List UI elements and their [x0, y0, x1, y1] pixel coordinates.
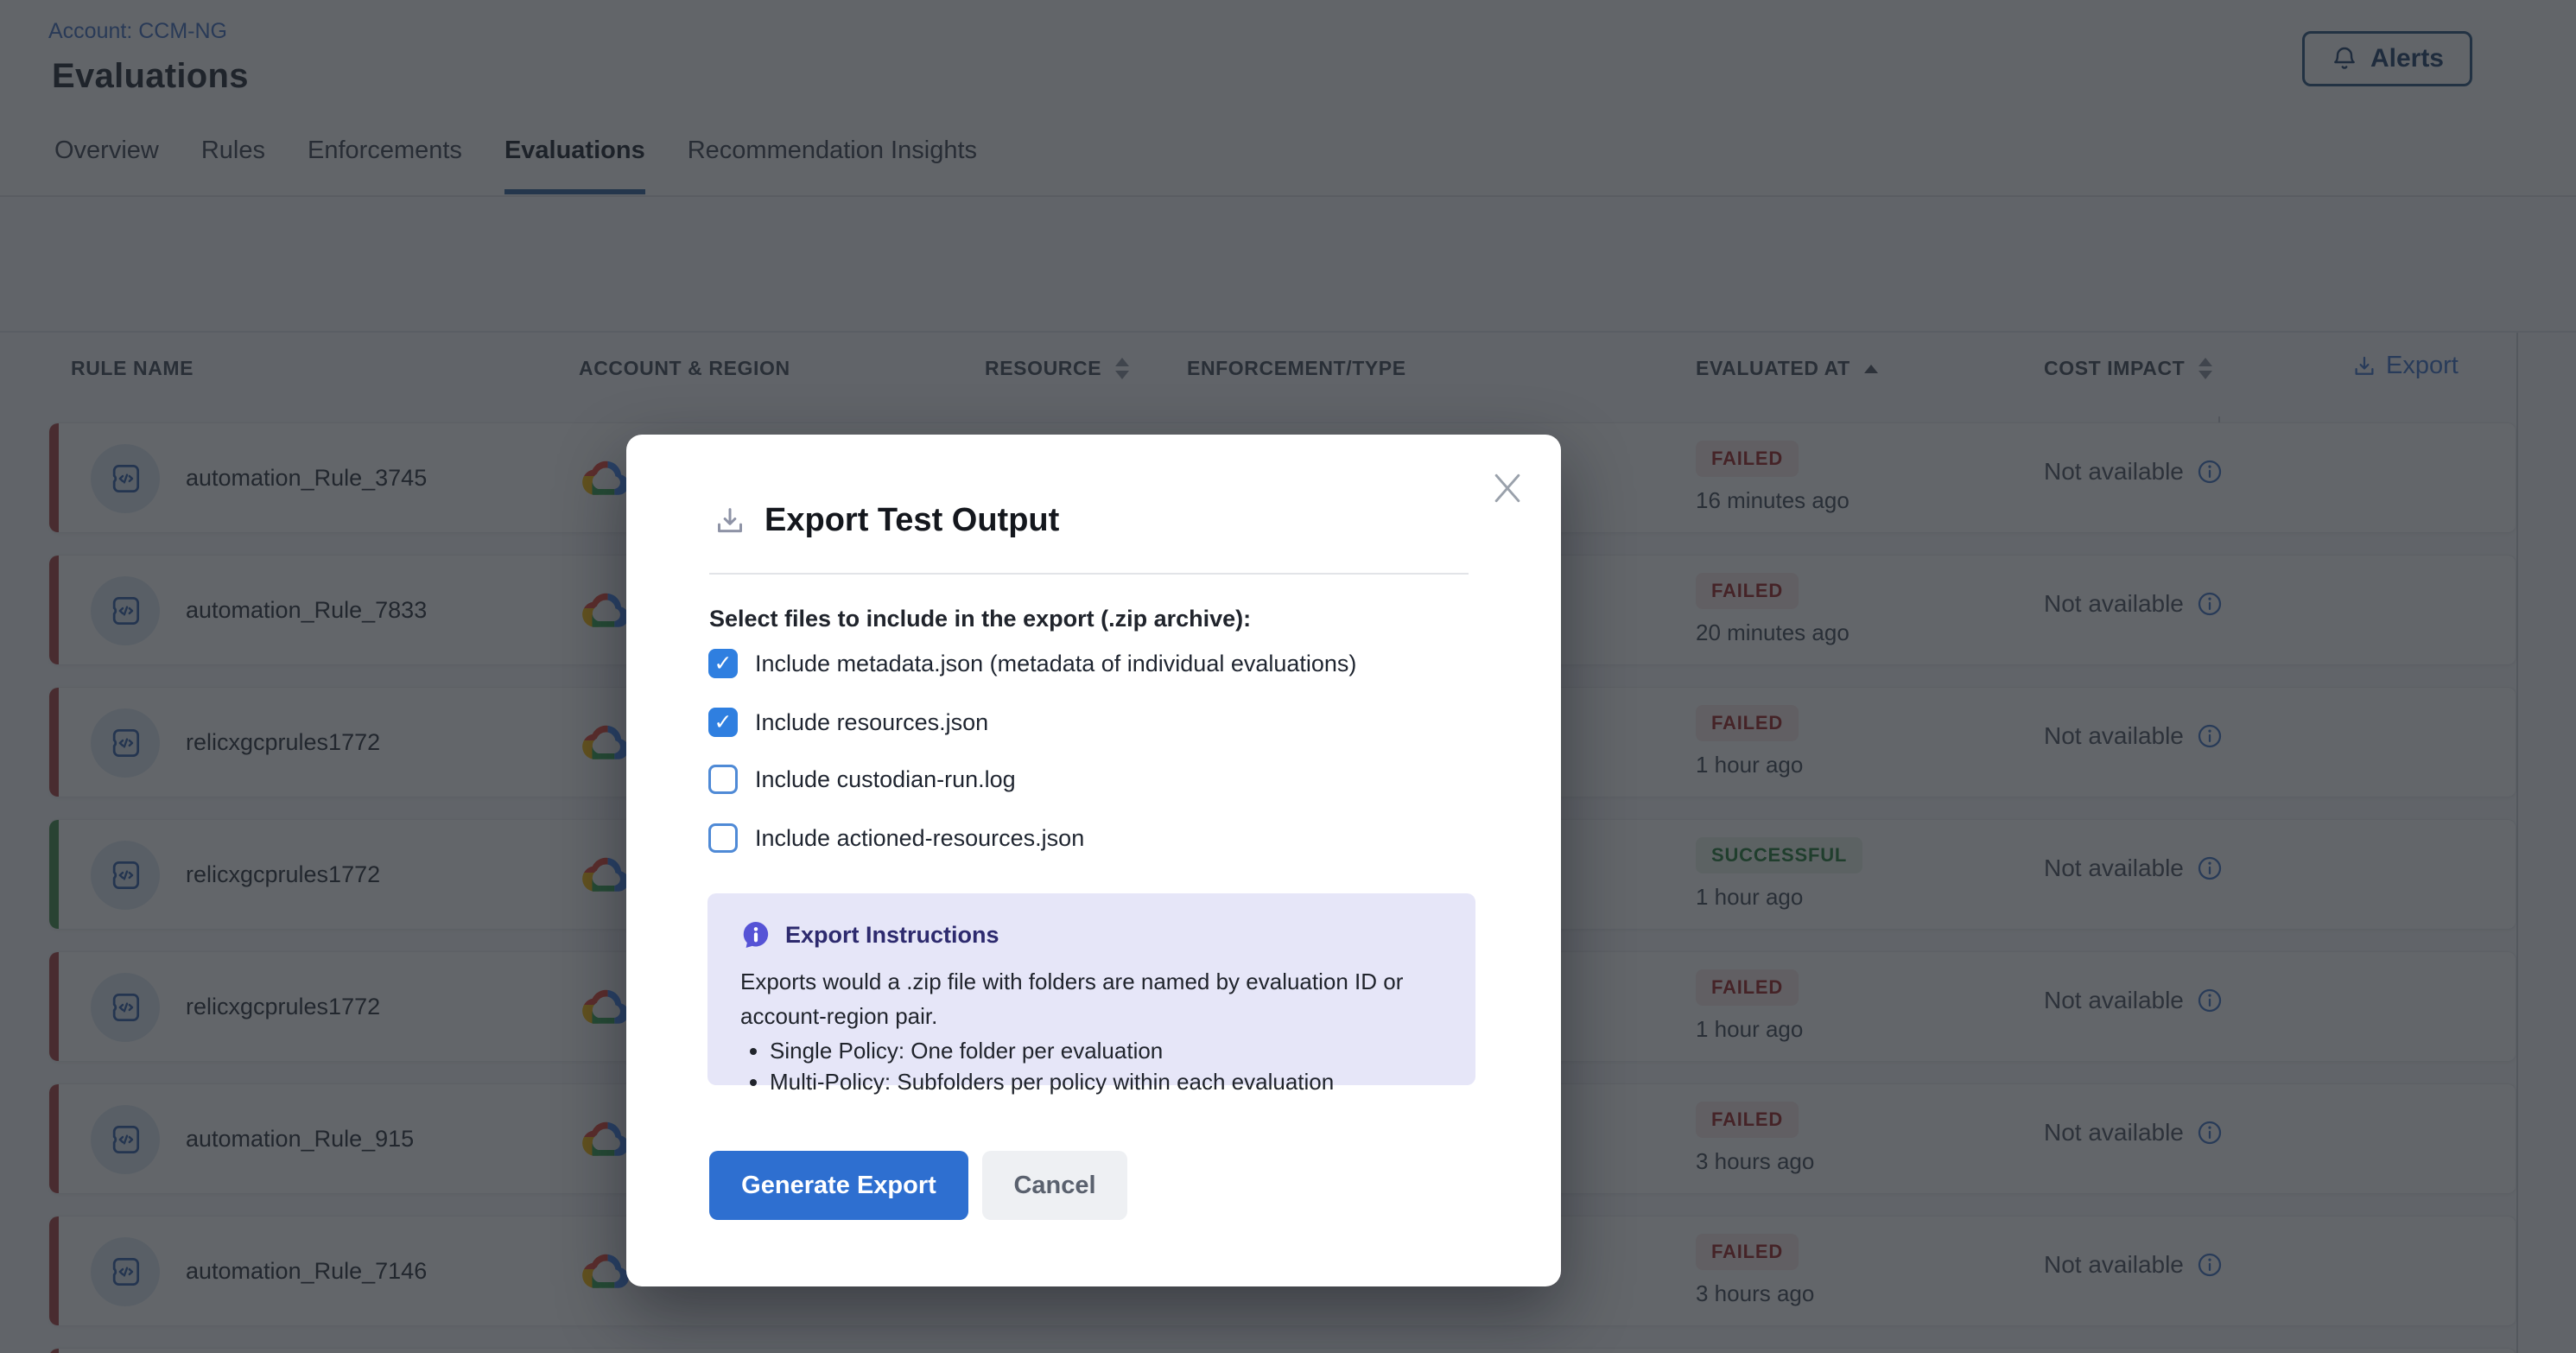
checkbox-label: Include actioned-resources.json	[755, 825, 1084, 852]
close-icon[interactable]	[1488, 469, 1526, 507]
file-select-label: Select files to include in the export (.…	[709, 606, 1251, 632]
download-icon	[713, 504, 747, 538]
instructions-body: Exports would a .zip file with folders a…	[740, 964, 1440, 1033]
checkbox-label: Include metadata.json (metadata of indiv…	[755, 651, 1356, 677]
checkbox-box[interactable]	[708, 649, 738, 678]
checkbox-include-resources[interactable]: Include resources.json	[708, 708, 988, 737]
checkbox-box[interactable]	[708, 823, 738, 853]
checkbox-label: Include resources.json	[755, 709, 988, 736]
cancel-button[interactable]: Cancel	[982, 1151, 1127, 1220]
checkbox-label: Include custodian-run.log	[755, 766, 1016, 793]
generate-export-button[interactable]: Generate Export	[709, 1151, 968, 1220]
checkbox-include-actioned-resources[interactable]: Include actioned-resources.json	[708, 823, 1084, 853]
evaluations-page: Account: CCM-NG Evaluations Alerts Overv…	[0, 0, 2576, 1353]
instructions-bullet: Multi-Policy: Subfolders per policy with…	[770, 1066, 1443, 1097]
modal-divider	[709, 573, 1469, 575]
checkbox-include-metadata[interactable]: Include metadata.json (metadata of indiv…	[708, 649, 1356, 678]
export-instructions-box: Export Instructions Exports would a .zip…	[707, 893, 1475, 1085]
instructions-title: Export Instructions	[785, 922, 999, 949]
instructions-bullet: Single Policy: One folder per evaluation	[770, 1035, 1443, 1066]
checkbox-box[interactable]	[708, 708, 738, 737]
info-bubble-icon	[740, 919, 771, 950]
export-modal: Export Test Output Select files to inclu…	[626, 435, 1561, 1286]
checkbox-box[interactable]	[708, 765, 738, 794]
instructions-bullets: Single Policy: One folder per evaluation…	[770, 1035, 1443, 1097]
modal-title: Export Test Output	[765, 502, 1059, 539]
checkbox-include-custodian-run-log[interactable]: Include custodian-run.log	[708, 765, 1016, 794]
